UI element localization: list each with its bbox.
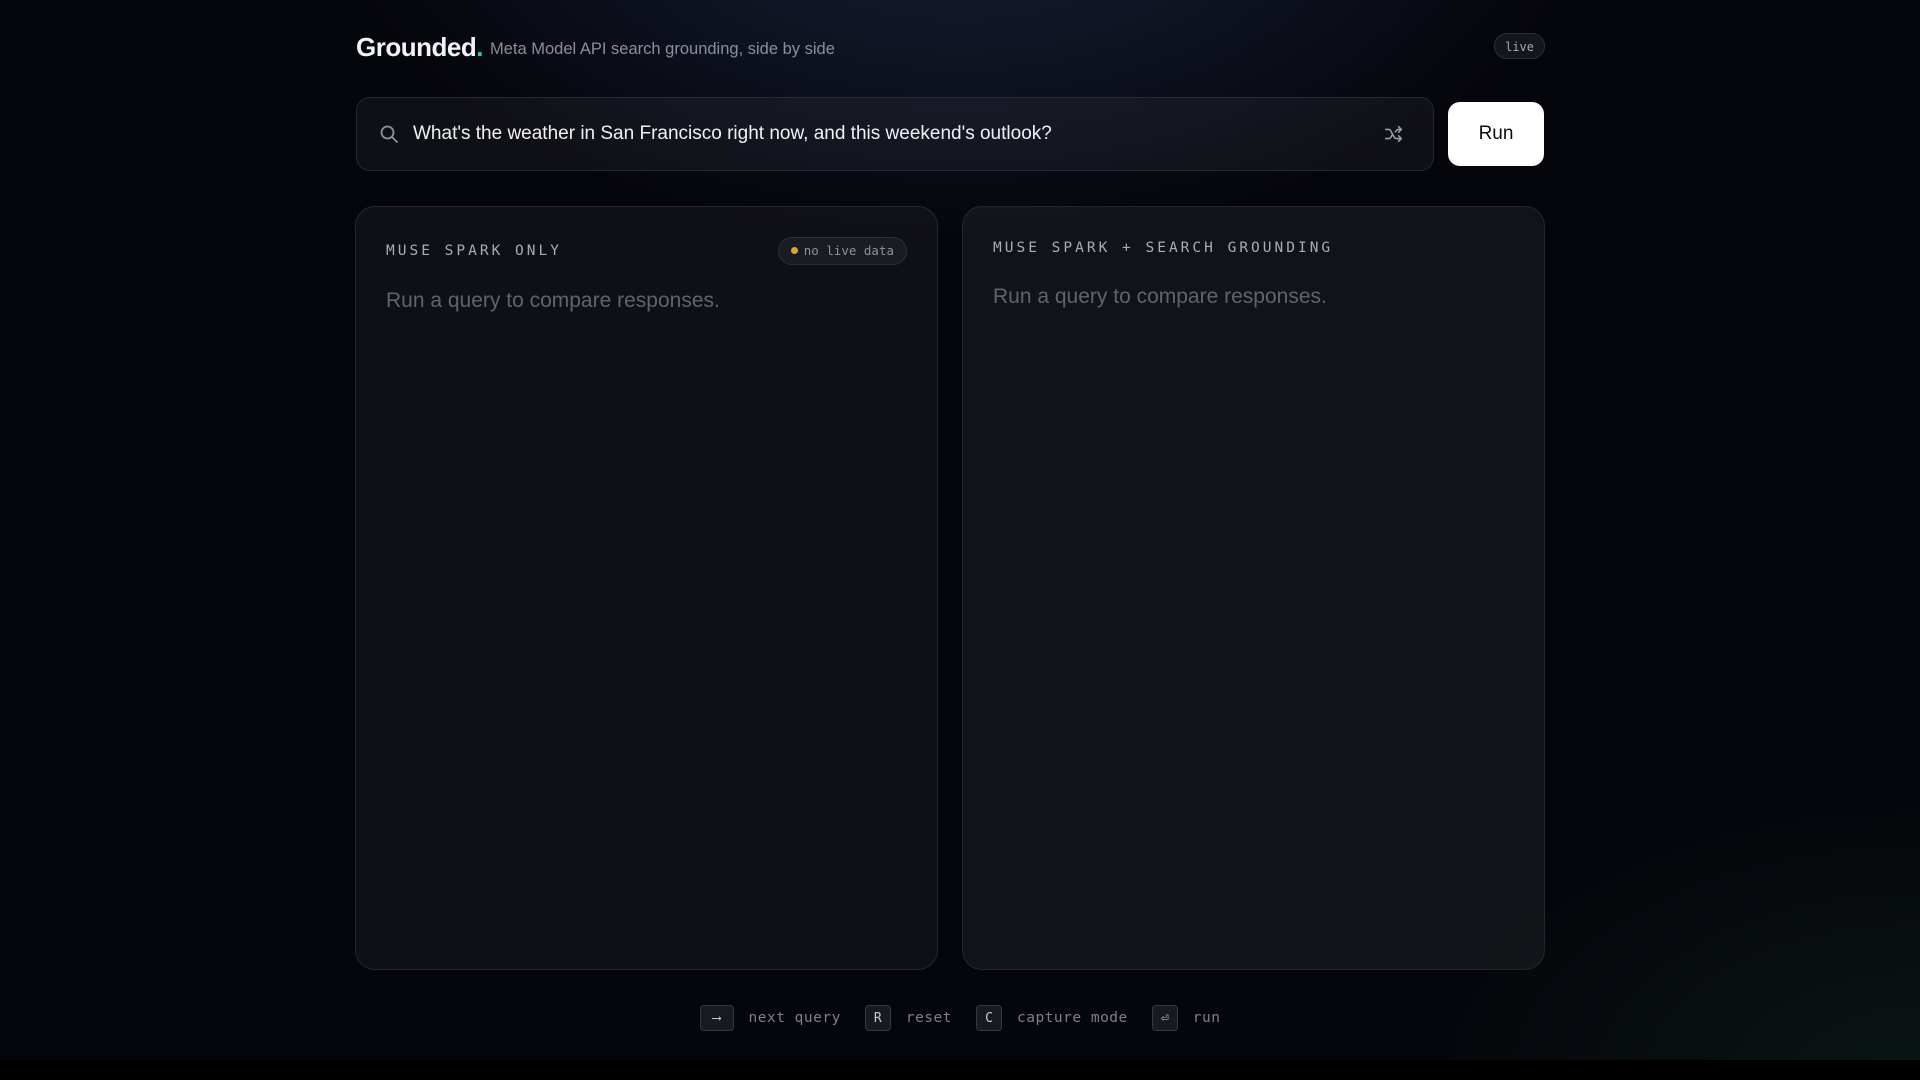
key-c: C — [976, 1005, 1002, 1031]
shortcut-label: capture mode — [1017, 1010, 1128, 1026]
enter-key-icon: ⏎ — [1151, 1005, 1178, 1031]
brand-name: Grounded — [356, 32, 477, 62]
shortcut-label: next query — [748, 1010, 841, 1026]
panel-title: MUSE SPARK + SEARCH GROUNDING — [993, 240, 1334, 256]
shuffle-icon[interactable] — [1383, 123, 1405, 145]
panel-muse-spark-search-grounding: MUSE SPARK + SEARCH GROUNDING Run a quer… — [962, 206, 1545, 970]
shortcut-run[interactable]: ⏎ run — [1151, 1005, 1221, 1031]
shortcut-reset[interactable]: R reset — [864, 1005, 952, 1031]
keyboard-shortcuts: ⟶ next query R reset C capture mode ⏎ ru… — [0, 1004, 1920, 1032]
run-button[interactable]: Run — [1448, 102, 1544, 166]
search-bar[interactable]: What's the weather in San Francisco righ… — [356, 97, 1434, 171]
shortcut-next-query[interactable]: ⟶ next query — [699, 1005, 841, 1031]
brand-logo: Grounded. — [356, 32, 483, 63]
status-dot-icon — [790, 247, 798, 254]
key-r: R — [864, 1005, 891, 1031]
panel-title: MUSE SPARK ONLY — [386, 243, 562, 259]
app-header: Grounded. Meta Model API search groundin… — [356, 30, 1545, 64]
badge-label: no live data — [803, 243, 894, 258]
shortcut-capture-mode[interactable]: C capture mode — [976, 1005, 1128, 1031]
brand-dot: . — [476, 32, 483, 62]
panel-muse-spark-only: MUSE SPARK ONLY no live data Run a query… — [355, 206, 938, 970]
no-live-data-badge: no live data — [777, 237, 907, 265]
search-icon — [380, 125, 398, 143]
live-status-badge: live — [1494, 33, 1545, 59]
panel-placeholder: Run a query to compare responses. — [386, 289, 720, 312]
bottom-strip — [0, 1060, 1920, 1080]
search-input[interactable]: What's the weather in San Francisco righ… — [413, 123, 1353, 145]
shortcut-label: reset — [905, 1010, 952, 1026]
shortcut-label: run — [1192, 1010, 1221, 1026]
panel-placeholder: Run a query to compare responses. — [993, 285, 1327, 308]
app-tagline: Meta Model API search grounding, side by… — [490, 40, 835, 58]
arrow-right-icon: ⟶ — [699, 1005, 734, 1031]
